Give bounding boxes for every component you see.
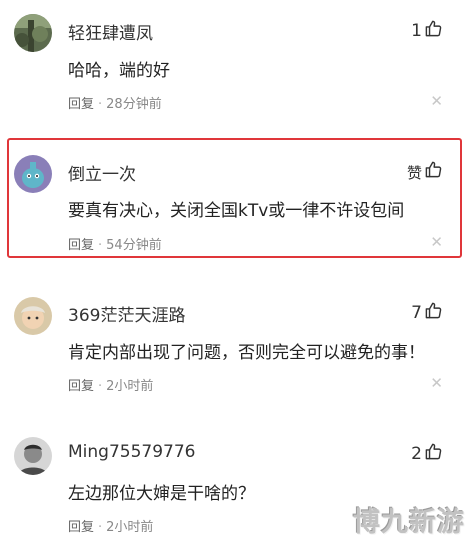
comment-username[interactable]: 369茫茫天涯路 — [68, 301, 185, 326]
user-avatar[interactable] — [14, 14, 52, 52]
comment-username[interactable]: Ming75579776 — [68, 442, 195, 462]
thumbs-up-icon — [424, 19, 443, 43]
comment-meta: 回复 · 2小时前 — [68, 375, 153, 394]
separator-dot: · — [98, 238, 103, 253]
comment-meta: 回复 · 2小时前 — [68, 516, 153, 535]
thumbs-up-icon — [424, 301, 443, 325]
like-button[interactable]: 2 — [411, 442, 443, 466]
comment-time: 28分钟前 — [106, 97, 162, 112]
like-count: 7 — [411, 303, 422, 323]
comment-username[interactable]: 倒立一次 — [68, 160, 136, 185]
user-avatar[interactable] — [14, 437, 52, 475]
close-icon[interactable]: ✕ — [430, 376, 443, 391]
separator-dot: · — [98, 520, 103, 535]
like-count: 2 — [411, 444, 422, 464]
like-button[interactable]: 7 — [411, 301, 443, 325]
comment-time: 2小时前 — [106, 520, 154, 535]
like-label: 赞 — [406, 163, 422, 182]
thumbs-up-icon — [424, 160, 443, 184]
comment-username[interactable]: 轻狂肆遭凤 — [68, 19, 153, 44]
close-icon[interactable]: ✕ — [430, 94, 443, 109]
reply-button[interactable]: 回复 — [68, 97, 94, 112]
like-button[interactable]: 赞 — [407, 160, 443, 184]
separator-dot: · — [98, 97, 103, 112]
thumbs-up-icon — [424, 442, 443, 466]
comment-meta: 回复 · 28分钟前 — [68, 93, 162, 112]
comment-text: 要真有决心，关闭全国kTv或一律不许设包间 — [68, 201, 405, 221]
reply-button[interactable]: 回复 — [68, 520, 94, 535]
comment-meta: 回复 · 54分钟前 — [68, 234, 162, 253]
user-avatar[interactable] — [14, 297, 52, 335]
reply-button[interactable]: 回复 — [68, 379, 94, 394]
separator-dot: · — [98, 379, 103, 394]
comment-text: 哈哈，端的好 — [68, 61, 170, 81]
comment-time: 54分钟前 — [106, 238, 162, 253]
comment-text: 肯定内部出现了问题，否则完全可以避免的事！ — [68, 343, 425, 363]
reply-button[interactable]: 回复 — [68, 238, 94, 253]
user-avatar[interactable] — [14, 155, 52, 193]
like-count: 1 — [411, 21, 422, 41]
like-button[interactable]: 1 — [411, 19, 443, 43]
watermark-logo: 博九新游 — [353, 507, 465, 538]
comment-text: 左边那位大婶是干啥的？ — [68, 484, 255, 504]
close-icon[interactable]: ✕ — [430, 235, 443, 250]
comment-time: 2小时前 — [106, 379, 154, 394]
